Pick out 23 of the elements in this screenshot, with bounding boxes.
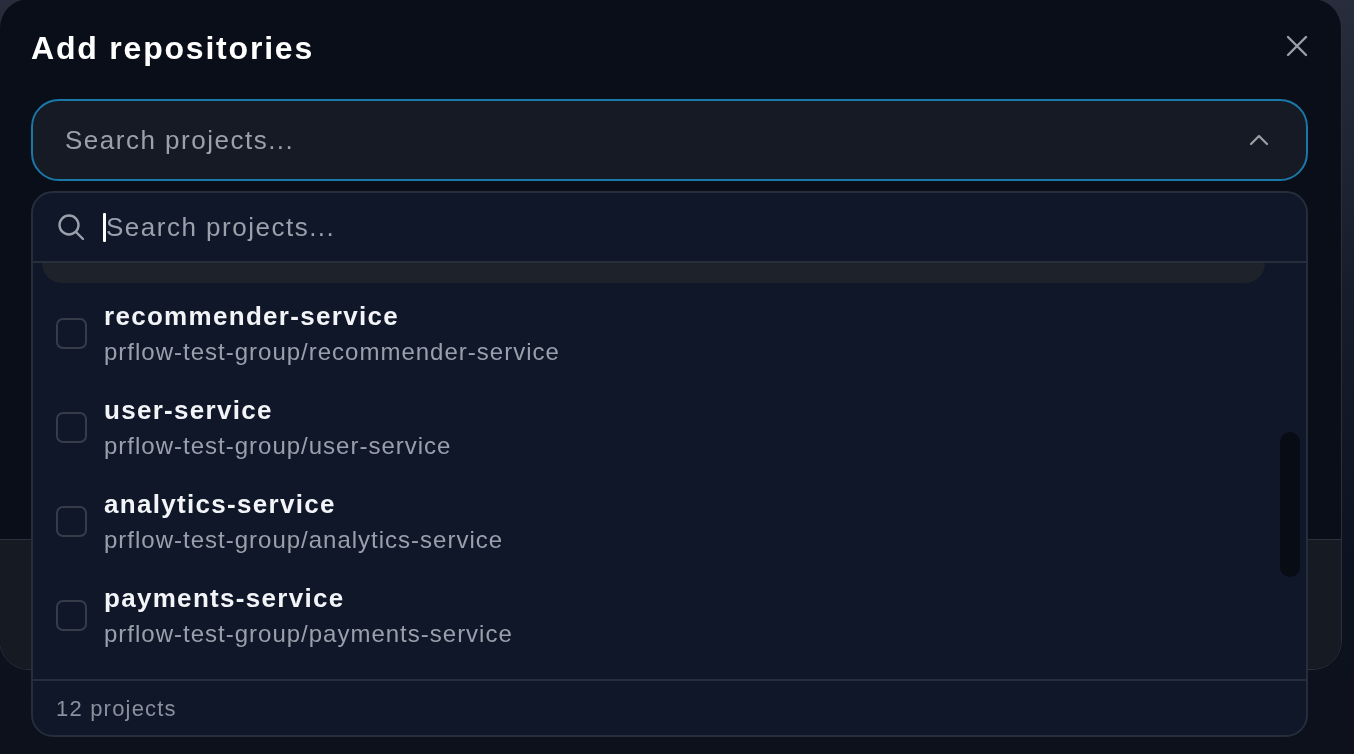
project-option[interactable]: payments-service prflow-test-group/payments-service xyxy=(42,565,1265,659)
checkbox[interactable] xyxy=(56,317,87,349)
select-field[interactable]: Search projects... xyxy=(31,99,1308,181)
project-option[interactable]: recommender-service prflow-test-group/recommender-service xyxy=(42,283,1265,377)
option-path: prflow-test-group/analytics-service xyxy=(104,525,504,555)
option-name: analytics-service xyxy=(104,488,337,521)
chevron-up-icon xyxy=(1249,134,1269,146)
option-name: user-service xyxy=(104,394,274,427)
checkbox[interactable] xyxy=(56,505,87,537)
checkbox[interactable] xyxy=(56,599,87,631)
option-name: payments-service xyxy=(104,582,346,615)
search-icon xyxy=(57,213,85,241)
checkbox[interactable] xyxy=(56,411,87,443)
project-option[interactable]: user-service prflow-test-group/user-service xyxy=(42,377,1265,471)
project-option[interactable]: analytics-service prflow-test-group/analytics-service xyxy=(42,471,1265,565)
dialog-title: Add repositories xyxy=(31,29,315,68)
option-name: recommender-service xyxy=(104,300,400,333)
option-path: prflow-test-group/payments-service xyxy=(104,619,513,649)
option-path: prflow-test-group/recommender-service xyxy=(104,337,560,367)
project-count: 12 projects xyxy=(56,694,177,723)
option-path: prflow-test-group/user-service xyxy=(104,431,452,461)
close-icon xyxy=(1286,35,1308,57)
search-field[interactable]: Search projects... xyxy=(106,202,1306,252)
